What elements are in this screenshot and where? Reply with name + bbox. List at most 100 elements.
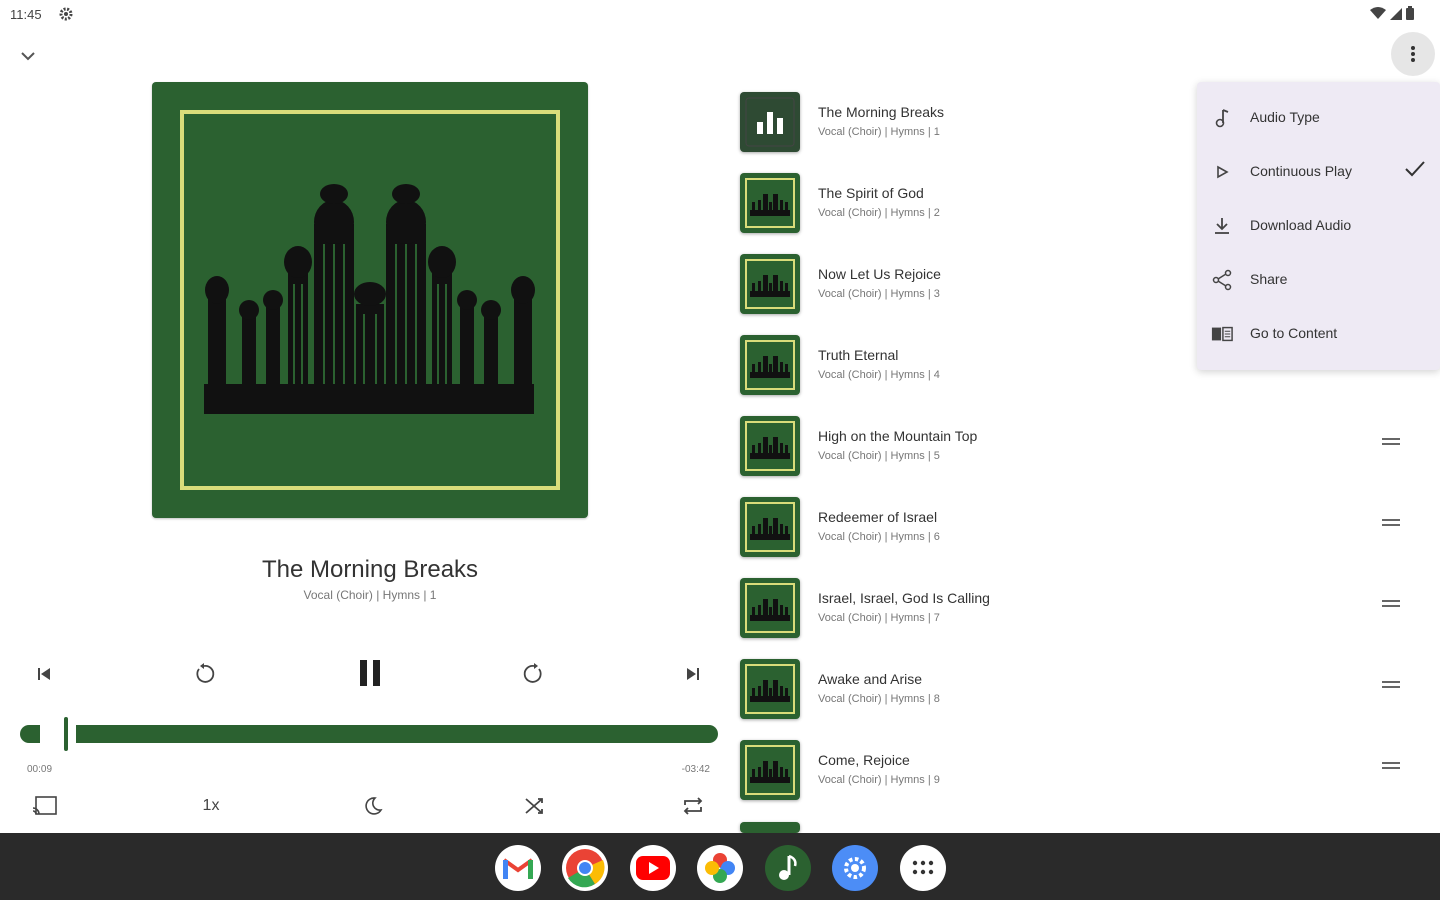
checkmark-icon: [1404, 160, 1426, 183]
queue-item[interactable]: Awake and Arise Vocal (Choir) | Hymns | 8: [740, 659, 1420, 721]
menu-item-label: Share: [1250, 271, 1288, 287]
menu-item-download-audio[interactable]: Download Audio: [1197, 198, 1440, 252]
menu-item-audio-type[interactable]: Audio Type: [1197, 90, 1440, 144]
queue-item-thumbnail: [740, 173, 800, 233]
thumbnail-frame: [745, 421, 795, 471]
album-art: [152, 82, 588, 518]
chrome-app[interactable]: [562, 845, 608, 891]
overflow-menu: Audio Type Continuous Play Download Audi…: [1197, 82, 1440, 370]
pause-button[interactable]: [352, 654, 388, 692]
drag-handle-icon[interactable]: [1382, 438, 1400, 450]
queue-item-subtitle: Vocal (Choir) | Hymns | 3: [818, 288, 940, 300]
menu-item-label: Download Audio: [1250, 217, 1352, 233]
chevron-down-icon: [21, 52, 35, 61]
status-bar: 11:45: [0, 0, 1440, 28]
skip-previous-icon: [38, 668, 50, 680]
queue-item-subtitle: Vocal (Choir) | Hymns | 9: [818, 774, 940, 786]
music-app-icon: [779, 854, 797, 880]
cast-button[interactable]: [30, 792, 60, 820]
queue-item-thumbnail: [740, 659, 800, 719]
status-time: 11:45: [10, 7, 42, 22]
rewind-button[interactable]: [189, 659, 219, 689]
queue-item-thumbnail: [740, 578, 800, 638]
queue-item-thumbnail: [740, 92, 800, 152]
chrome-icon: [566, 849, 605, 888]
gear-icon: [58, 6, 74, 27]
gmail-app[interactable]: [495, 845, 541, 891]
app-drawer[interactable]: [900, 845, 946, 891]
queue-item[interactable]: Israel, Israel, God Is Calling Vocal (Cho…: [740, 578, 1420, 640]
queue-item-thumbnail: [740, 254, 800, 314]
replay-icon: [196, 663, 215, 683]
shuffle-button[interactable]: [520, 792, 548, 820]
dock-bar: [0, 833, 1440, 900]
drag-handle-icon[interactable]: [1382, 519, 1400, 531]
skip-next-button[interactable]: [679, 660, 707, 688]
menu-item-label: Continuous Play: [1250, 163, 1352, 179]
moon-icon: [365, 797, 383, 815]
queue-item-subtitle: Vocal (Choir) | Hymns | 1: [818, 126, 940, 138]
playback-speed-button[interactable]: 1x: [194, 794, 228, 818]
queue-item-title: Redeemer of Israel: [818, 509, 938, 525]
organ-pipes-icon: [750, 518, 790, 540]
thumbnail-frame: [745, 340, 795, 390]
organ-pipes-icon: [750, 761, 790, 783]
fast-forward-button[interactable]: [519, 659, 549, 689]
sleep-timer-button[interactable]: [359, 792, 387, 820]
organ-pipes-icon: [750, 194, 790, 216]
queue-item-title: Come, Rejoice: [818, 752, 910, 768]
wifi-icon: [1370, 6, 1386, 25]
now-playing-subtitle: Vocal (Choir) | Hymns | 1: [303, 588, 437, 602]
menu-item-continuous-play[interactable]: Continuous Play: [1197, 144, 1440, 198]
drag-handle-icon[interactable]: [1382, 681, 1400, 693]
photos-app[interactable]: [697, 845, 743, 891]
thumbnail-frame: [745, 583, 795, 633]
drag-handle-icon[interactable]: [1382, 762, 1400, 774]
progress-played: [20, 725, 40, 743]
queue-item-thumbnail: [740, 740, 800, 800]
collapse-player-button[interactable]: [14, 42, 42, 70]
cast-icon: [32, 796, 57, 815]
queue-item-subtitle: Vocal (Choir) | Hymns | 5: [818, 450, 940, 462]
queue-item-title: High on the Mountain Top: [818, 428, 978, 444]
queue-item-title: Truth Eternal: [818, 347, 899, 363]
menu-item-label: Go to Content: [1250, 325, 1338, 341]
photos-icon: [705, 853, 735, 883]
youtube-icon: [636, 856, 670, 880]
pause-icon: [360, 660, 380, 686]
drag-handle-icon[interactable]: [1382, 600, 1400, 612]
album-art-frame: [180, 110, 560, 490]
menu-item-label: Audio Type: [1250, 109, 1320, 125]
queue-item-title: Now Let Us Rejoice: [818, 266, 941, 282]
menu-item-go-to-content[interactable]: Go to Content: [1197, 306, 1440, 360]
gmail-icon: [502, 858, 534, 879]
now-playing-title: The Morning Breaks: [261, 556, 479, 583]
thumbnail-frame: [745, 745, 795, 795]
queue-item-title: Awake and Arise: [818, 671, 923, 687]
music-app[interactable]: [765, 845, 811, 891]
queue-item[interactable]: Redeemer of Israel Vocal (Choir) | Hymns …: [740, 497, 1420, 559]
organ-pipes-icon: [750, 437, 790, 459]
progress-remaining: [76, 725, 718, 743]
queue-item-subtitle: Vocal (Choir) | Hymns | 4: [818, 369, 940, 381]
repeat-button[interactable]: [678, 792, 708, 820]
more-vert-icon: [1411, 46, 1415, 62]
skip-previous-button[interactable]: [30, 660, 58, 688]
settings-app[interactable]: [832, 845, 878, 891]
app-drawer-icon: [912, 860, 934, 875]
queue-item-subtitle: Vocal (Choir) | Hymns | 7: [818, 612, 940, 624]
settings-icon: [844, 857, 866, 879]
thumbnail-frame: [745, 664, 795, 714]
youtube-app[interactable]: [630, 845, 676, 891]
overflow-menu-button[interactable]: [1391, 32, 1435, 76]
share-icon: [1211, 269, 1233, 291]
queue-item[interactable]: Come, Rejoice Vocal (Choir) | Hymns | 9: [740, 740, 1420, 802]
queue-item[interactable]: High on the Mountain Top Vocal (Choir) | …: [740, 416, 1420, 478]
progress-thumb[interactable]: [64, 717, 68, 751]
menu-item-share[interactable]: Share: [1197, 252, 1440, 306]
repeat-icon: [683, 797, 703, 815]
progress-slider[interactable]: [20, 717, 718, 751]
signal-icon: [1390, 7, 1402, 25]
thumbnail-frame: [745, 259, 795, 309]
queue-item-subtitle: Vocal (Choir) | Hymns | 6: [818, 531, 940, 543]
